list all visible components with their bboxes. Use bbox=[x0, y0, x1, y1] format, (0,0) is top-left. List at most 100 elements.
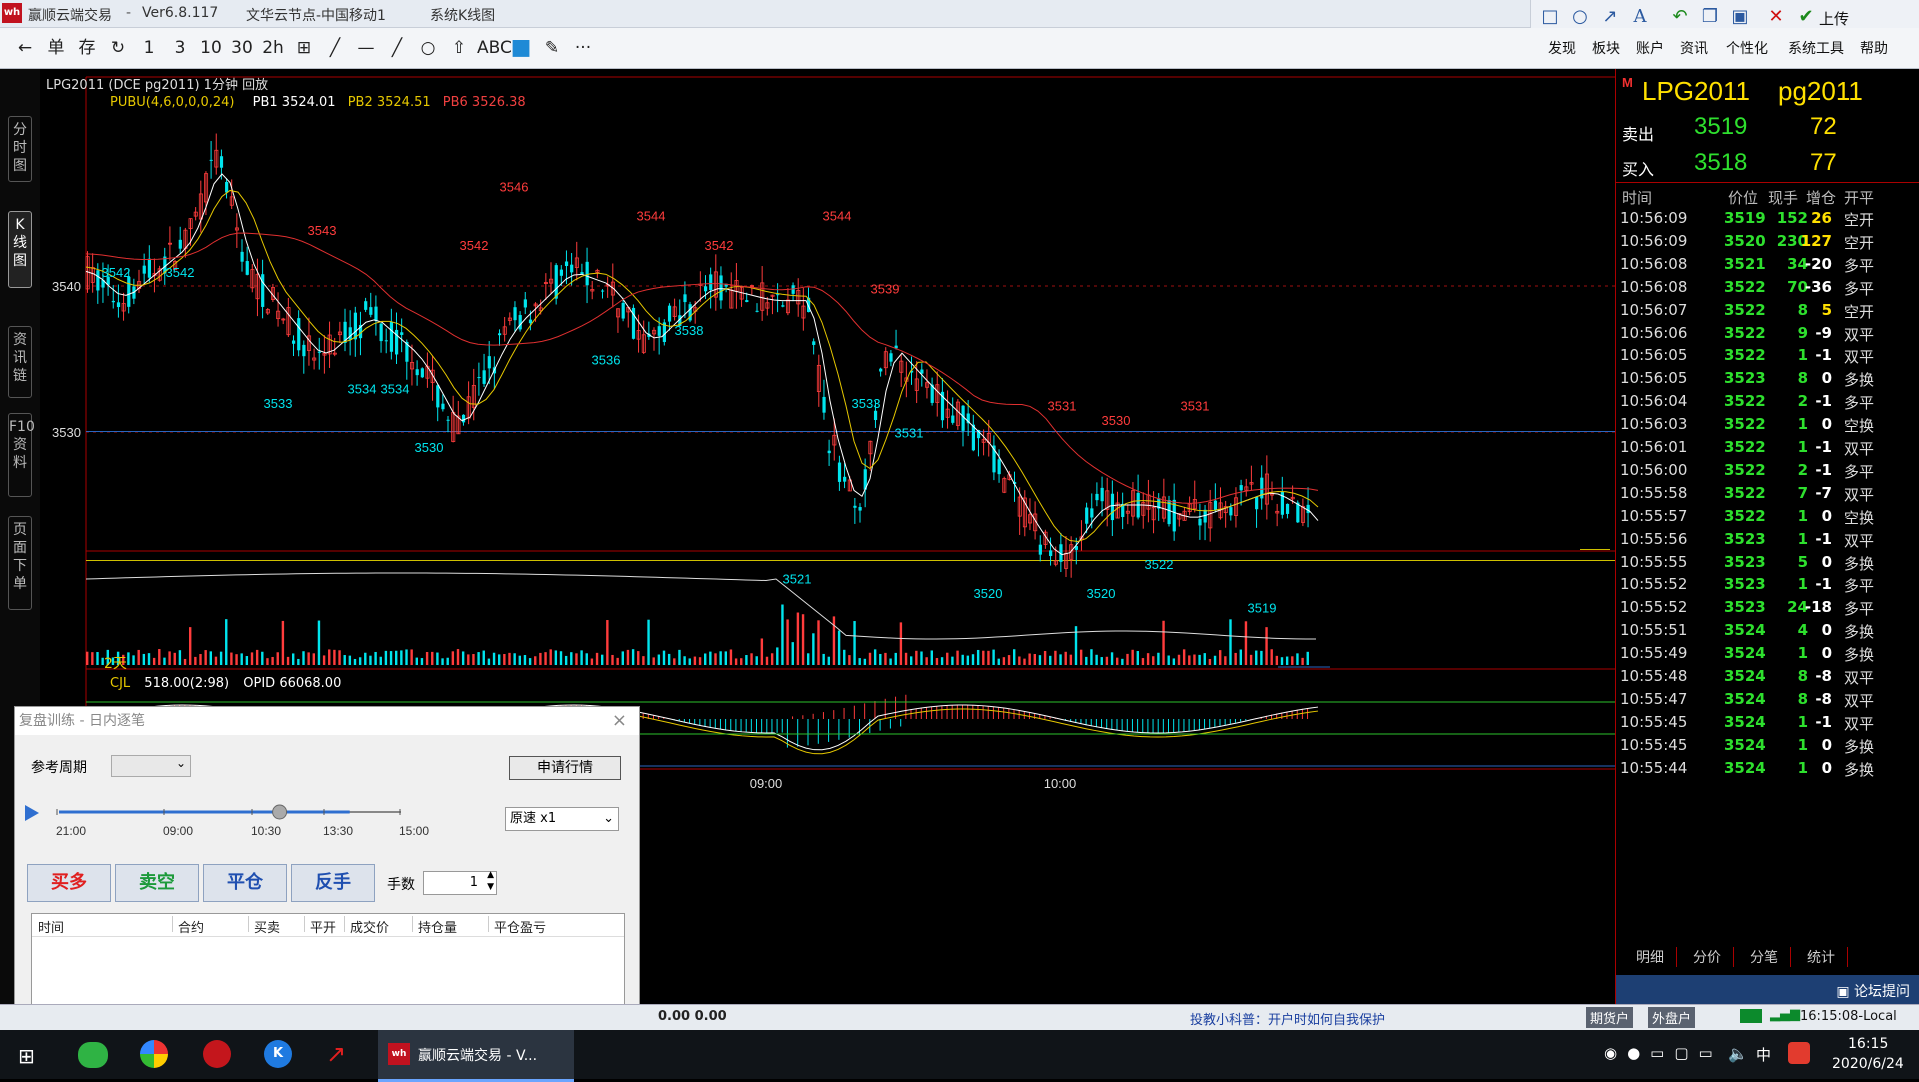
chart-header[interactable]: LPG2011 (DCE pg2011) 1分钟 回放 bbox=[46, 74, 268, 93]
undo-icon[interactable]: ↶ bbox=[1669, 6, 1691, 28]
tool-button[interactable]: ⇧ bbox=[446, 36, 472, 60]
finance-app-icon[interactable] bbox=[203, 1040, 231, 1068]
play-icon[interactable] bbox=[25, 805, 39, 821]
tray-icons[interactable]: ◉●▭▢▭ bbox=[1604, 1044, 1723, 1062]
tool-button[interactable]: ↻ bbox=[105, 36, 131, 60]
period-select[interactable]: ⌄ bbox=[111, 755, 191, 777]
ime-indicator[interactable]: 中 bbox=[1756, 1044, 1771, 1065]
forum-button[interactable]: ▣ 论坛提问 bbox=[1836, 981, 1910, 1001]
ellipse-icon[interactable]: ○ bbox=[1569, 6, 1591, 28]
slider-time-label: 21:00 bbox=[56, 824, 86, 838]
orders-col-header: 合约 bbox=[178, 921, 205, 936]
k-app-icon[interactable]: K bbox=[264, 1040, 292, 1068]
sogou-icon[interactable] bbox=[1788, 1042, 1810, 1064]
tool-button[interactable]: ··· bbox=[570, 36, 596, 60]
tick-cell: -1 bbox=[1815, 438, 1832, 456]
opid-value: OPID 66068.00 bbox=[243, 676, 342, 691]
tool-button[interactable]: ╱ bbox=[322, 36, 348, 60]
app-version: Ver6.8.117 bbox=[142, 5, 219, 21]
tick-cell: -8 bbox=[1815, 667, 1832, 685]
tick-cell: 0 bbox=[1821, 552, 1832, 571]
quote-tab[interactable]: 明细 bbox=[1624, 947, 1677, 967]
tick-cell: 10:56:03 bbox=[1620, 415, 1688, 434]
tool-button[interactable]: 1 bbox=[136, 36, 162, 60]
tick-row: 10:56:09 3520 230 127 空开 bbox=[1616, 230, 1919, 252]
copy-icon[interactable]: ❐ bbox=[1699, 6, 1721, 28]
foreign-account-button[interactable]: 外盘户 bbox=[1648, 1007, 1696, 1028]
slider-time-label: 13:30 bbox=[323, 824, 353, 838]
tool-button[interactable]: 存 bbox=[74, 36, 100, 60]
taskbar-active-app[interactable]: wh 赢顺云端交易 - V... bbox=[378, 1030, 574, 1082]
tool-button[interactable]: 3 bbox=[167, 36, 193, 60]
tick-cell: 10:56:01 bbox=[1620, 438, 1688, 456]
menu-item[interactable]: 个性化 bbox=[1726, 38, 1768, 58]
left-tab[interactable]: 资讯链 bbox=[8, 326, 32, 398]
tool-button[interactable]: ╱ bbox=[384, 36, 410, 60]
save-icon[interactable]: ▣ bbox=[1729, 6, 1751, 28]
tool-button[interactable]: ■ bbox=[508, 36, 534, 60]
menu-item[interactable]: 板块 bbox=[1592, 38, 1620, 58]
tick-cell: 多平 bbox=[1844, 394, 1875, 413]
menu-item[interactable]: 系统工具 bbox=[1788, 38, 1844, 58]
clock-time[interactable]: 16:15 bbox=[1848, 1036, 1888, 1052]
stepper-up-icon[interactable]: ▲ bbox=[487, 870, 494, 880]
indicator-name[interactable]: PUBU(4,6,0,0,0,24) bbox=[110, 95, 235, 110]
tool-button[interactable]: — bbox=[353, 36, 379, 60]
upload-button[interactable]: 上传 bbox=[1819, 8, 1849, 29]
trade-app-icon[interactable]: ↗ bbox=[326, 1040, 346, 1068]
left-tab[interactable]: K线图 bbox=[8, 211, 32, 288]
tick-col-header: 现手 bbox=[1768, 189, 1799, 207]
tick-cell: 0 bbox=[1821, 644, 1832, 663]
tool-button[interactable]: ← bbox=[12, 36, 38, 60]
tool-button[interactable]: 2h bbox=[260, 36, 286, 60]
arrow-icon[interactable]: ↗ bbox=[1599, 6, 1621, 28]
tick-cell: 26 bbox=[1811, 209, 1832, 227]
close-icon[interactable]: ✕ bbox=[1765, 6, 1787, 28]
tick-cell: 空换 bbox=[1844, 508, 1875, 527]
qty-stepper[interactable]: 1 ▲ ▼ bbox=[423, 870, 497, 895]
speed-select[interactable]: 原速 x1 ⌄ bbox=[505, 807, 619, 831]
high-label: 3543 bbox=[308, 223, 337, 238]
cjl-label[interactable]: CJL bbox=[110, 676, 130, 691]
quote-tab[interactable]: 统计 bbox=[1795, 947, 1848, 967]
tool-button[interactable]: 30 bbox=[229, 36, 255, 60]
menu-item[interactable]: 发现 bbox=[1548, 38, 1576, 58]
quote-tab[interactable]: 分价 bbox=[1681, 947, 1734, 967]
tick-cell: 10:56:05 bbox=[1620, 346, 1688, 365]
tip-link[interactable]: 投教小科普：开户时如何自我保护 bbox=[1190, 1009, 1385, 1028]
status-time: 16:15:08-Local bbox=[1800, 1009, 1897, 1024]
quote-tab[interactable]: 分笔 bbox=[1738, 947, 1791, 967]
text-icon[interactable]: A bbox=[1629, 6, 1651, 28]
menu-item[interactable]: 资讯 bbox=[1680, 38, 1708, 58]
trade-button[interactable]: 平仓 bbox=[203, 864, 287, 902]
left-tab[interactable]: F10资料 bbox=[8, 413, 35, 497]
trade-button[interactable]: 反手 bbox=[291, 864, 375, 902]
clock-date[interactable]: 2020/6/24 bbox=[1832, 1056, 1904, 1072]
tool-button[interactable]: 单 bbox=[43, 36, 69, 60]
tool-button[interactable]: ABC bbox=[477, 36, 512, 60]
tool-button[interactable]: 10 bbox=[198, 36, 224, 60]
browser-icon[interactable] bbox=[140, 1040, 168, 1068]
tool-button[interactable]: ⊞ bbox=[291, 36, 317, 60]
trade-button[interactable]: 买多 bbox=[27, 864, 111, 902]
high-label: 3544 bbox=[637, 209, 666, 224]
slider-handle[interactable] bbox=[272, 804, 288, 820]
tool-button[interactable]: ✎ bbox=[539, 36, 565, 60]
volume-icon[interactable]: 🔈 bbox=[1728, 1044, 1748, 1063]
menu-item[interactable]: 帮助 bbox=[1860, 38, 1888, 58]
stepper-down-icon[interactable]: ▼ bbox=[487, 882, 494, 892]
tick-cell: 0 bbox=[1821, 369, 1832, 388]
left-tab[interactable]: 分时图 bbox=[8, 116, 32, 182]
y-tick-label: 3540 bbox=[52, 279, 81, 294]
request-quote-button[interactable]: 申请行情 bbox=[509, 756, 621, 780]
left-tab[interactable]: 页面下单 bbox=[8, 516, 32, 610]
tool-button[interactable]: ○ bbox=[415, 36, 441, 60]
rectangle-icon[interactable]: □ bbox=[1539, 6, 1561, 28]
windows-start-icon[interactable]: ⊞ bbox=[18, 1044, 35, 1068]
tick-cell: -1 bbox=[1815, 575, 1832, 594]
menu-item[interactable]: 账户 bbox=[1636, 38, 1664, 58]
close-icon[interactable]: × bbox=[612, 707, 627, 735]
futures-account-button[interactable]: 期货户 bbox=[1586, 1007, 1634, 1028]
wechat-icon[interactable] bbox=[78, 1042, 108, 1068]
trade-button[interactable]: 卖空 bbox=[115, 864, 199, 902]
